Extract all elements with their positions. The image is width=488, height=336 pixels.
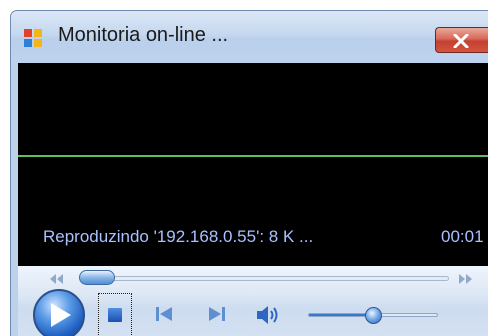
- close-icon: [453, 34, 469, 48]
- play-icon: [51, 303, 71, 327]
- fast-forward-icon[interactable]: [458, 274, 474, 284]
- close-button[interactable]: [435, 27, 488, 53]
- controls-bar: [18, 266, 488, 336]
- player-window: Monitoria on-line ... Reproduzindo '192.…: [10, 10, 488, 336]
- stop-icon: [108, 308, 122, 322]
- time-display: 00:01: [441, 227, 484, 246]
- play-button[interactable]: [33, 289, 85, 336]
- rewind-icon[interactable]: [48, 274, 64, 284]
- seek-thumb[interactable]: [79, 270, 115, 285]
- seek-bar[interactable]: [83, 276, 449, 281]
- next-icon[interactable]: [208, 306, 226, 322]
- speaker-icon[interactable]: [256, 304, 282, 326]
- previous-icon[interactable]: [155, 306, 173, 322]
- signal-line: [18, 155, 488, 157]
- app-icon[interactable]: [24, 29, 43, 48]
- volume-thumb[interactable]: [365, 307, 382, 324]
- title-bar[interactable]: Monitoria on-line ...: [11, 11, 488, 63]
- video-area: Reproduzindo '192.168.0.55': 8 K ... 00:…: [18, 63, 488, 266]
- status-text: Reproduzindo '192.168.0.55': 8 K ...: [43, 227, 314, 246]
- window-title: Monitoria on-line ...: [58, 24, 229, 46]
- stop-button[interactable]: [98, 293, 132, 336]
